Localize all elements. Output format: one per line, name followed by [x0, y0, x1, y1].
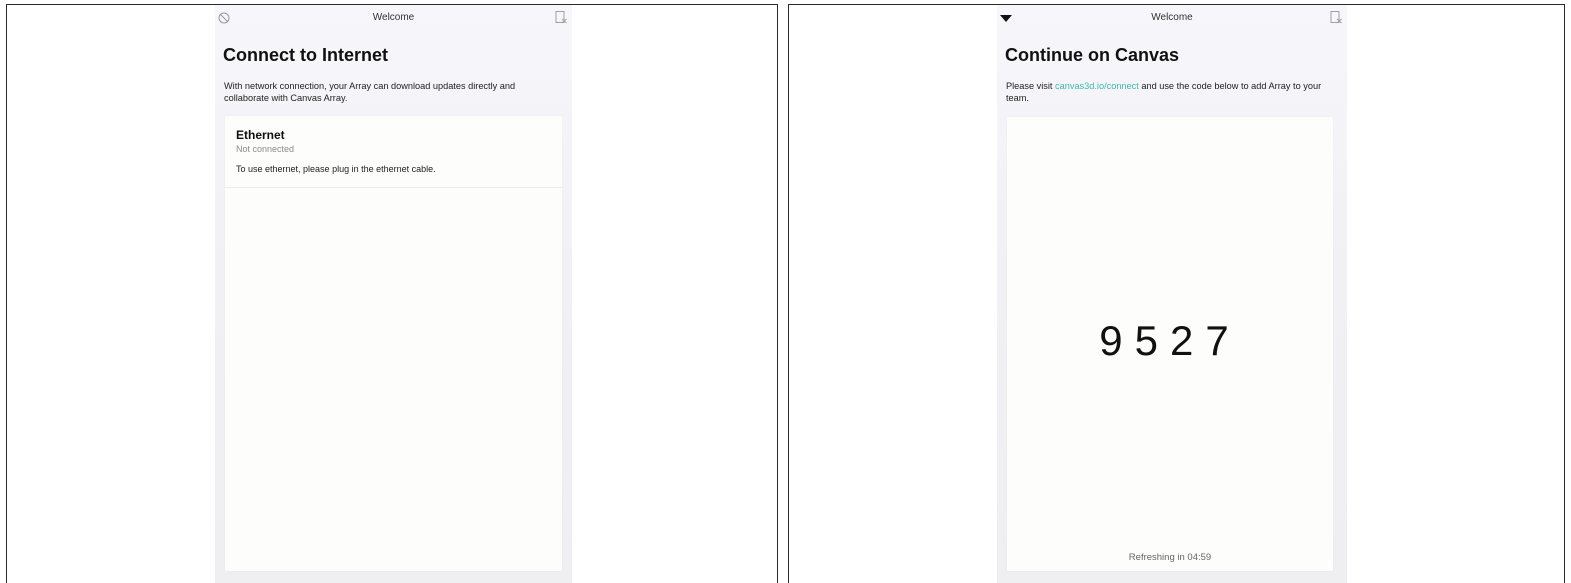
ethernet-status: Not connected [236, 144, 295, 154]
connect-link[interactable]: canvas3d.io/connect [1055, 81, 1139, 91]
page-title: Connect to Internet [223, 45, 388, 65]
ethernet-item[interactable]: Ethernet Not connected To use ethernet, … [225, 116, 562, 188]
network-list-card: Ethernet Not connected To use ethernet, … [225, 116, 562, 571]
continue-canvas-screen: Welcome Continue on Canvas Please visit … [997, 5, 1347, 583]
description-prefix: Please visit [1006, 81, 1056, 91]
ethernet-hint: To use ethernet, please plug in the ethe… [236, 164, 436, 174]
page-description: Please visit canvas3d.io/connect and use… [1006, 80, 1342, 104]
code-card: 9527 Refreshing in 04:59 [1007, 117, 1333, 571]
status-bar: Welcome [997, 5, 1347, 31]
ethernet-title: Ethernet [236, 128, 285, 142]
page-title: Continue on Canvas [1005, 45, 1180, 65]
status-bar-title: Welcome [1151, 12, 1193, 23]
exit-icon[interactable] [554, 10, 568, 24]
exit-icon[interactable] [1329, 10, 1343, 24]
pairing-code: 9527 [1099, 317, 1241, 364]
right-screenshot-frame: Welcome Continue on Canvas Please visit … [788, 4, 1565, 583]
page-description: With network connection, your Array can … [224, 81, 516, 103]
refresh-countdown: Refreshing in 04:59 [1128, 552, 1212, 563]
status-bar: Welcome [215, 5, 572, 31]
left-screenshot-frame: Welcome Connect to Internet With network… [6, 4, 778, 583]
status-bar-title: Welcome [372, 12, 415, 23]
connect-internet-screen: Welcome Connect to Internet With network… [215, 5, 572, 583]
